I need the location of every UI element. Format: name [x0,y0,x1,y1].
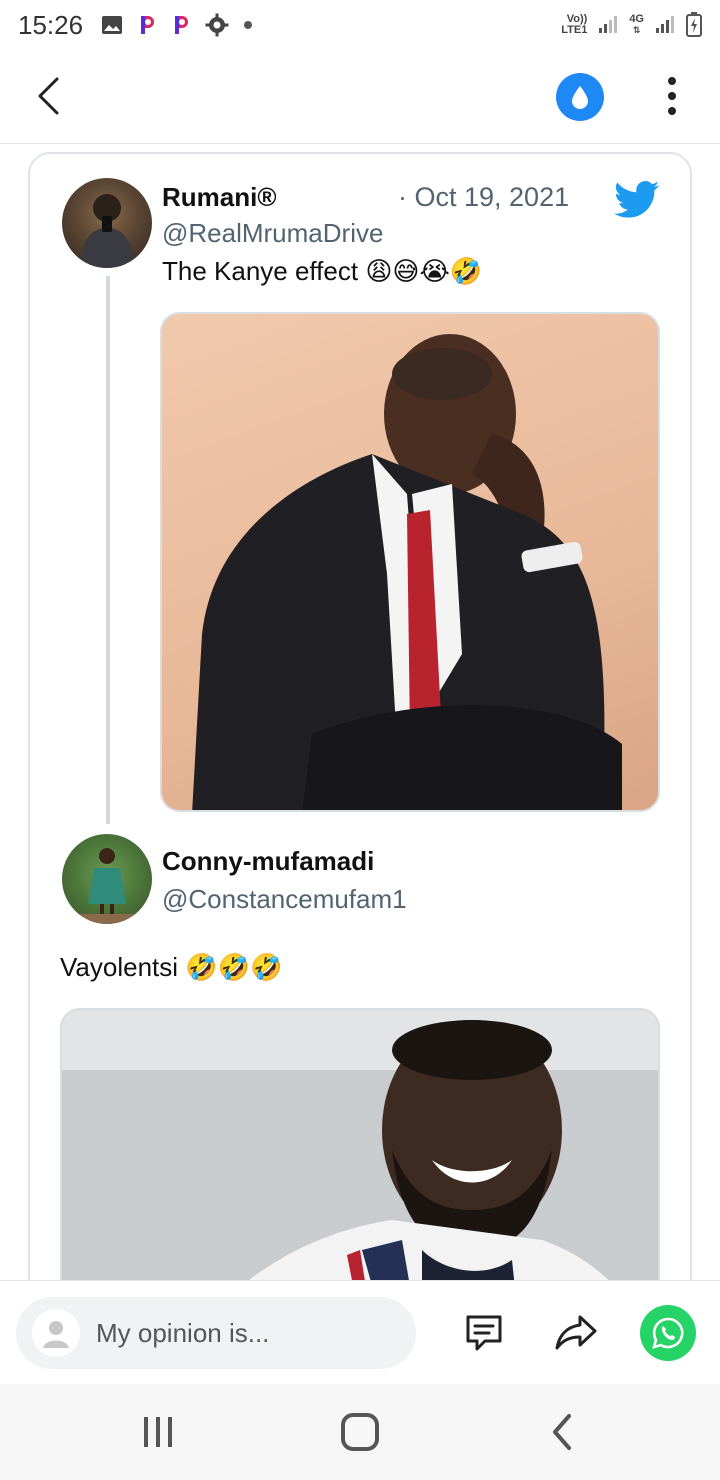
nav-back-icon [553,1414,571,1450]
vertical-dot [668,92,676,100]
status-time: 15:26 [18,9,84,40]
comments-button[interactable] [456,1305,512,1361]
battery-charging-icon [686,11,702,40]
nav-back-button[interactable] [532,1406,592,1458]
author-handle[interactable]: @RealMrumaDrive [162,218,383,249]
vertical-dot [668,107,676,115]
comment-icon [466,1315,502,1351]
home-icon [341,1413,379,1451]
status-bar: 15:26 Vo)) LTE1 4G ⇅ [0,0,720,50]
avatar-silhouette-icon [80,194,134,268]
comment-input[interactable]: My opinion is... [16,1297,416,1369]
signal-icon-2 [654,13,676,38]
recent-apps-button[interactable] [128,1406,188,1458]
tweet-card[interactable]: Rumani® · Oct 19, 2021 @RealMrumaDrive T… [28,152,692,1352]
avatar-person-dress-icon [62,848,152,924]
home-button[interactable] [330,1406,390,1458]
tweet-date[interactable]: · Oct 19, 2021 [398,182,569,213]
reply-author-name[interactable]: Conny-mufamadi [162,846,374,877]
thread-line [106,276,110,824]
photo-man-in-suit [192,334,622,810]
reply-author-handle[interactable]: @Constancemufam1 [162,884,407,915]
water-drop-icon [572,86,588,109]
twitter-bird-icon[interactable] [614,180,660,220]
network-label-4g: 4G [629,13,644,25]
back-button[interactable] [28,74,68,118]
share-button[interactable] [548,1305,604,1361]
author-avatar[interactable] [62,178,152,268]
dot-icon [243,20,253,30]
whatsapp-icon [652,1317,684,1349]
reply-author-avatar[interactable] [62,834,152,924]
status-right: Vo)) LTE1 4G ⇅ [561,11,702,40]
vertical-dots-icon [668,77,676,85]
comment-placeholder: My opinion is... [96,1317,270,1348]
p-app-icon [137,14,157,36]
app-header [0,50,720,144]
data-arrows-icon: ⇅ [632,25,641,35]
water-drop-button[interactable] [556,73,604,121]
tweet-photo[interactable] [160,312,660,812]
chevron-left-icon [38,77,59,115]
user-avatar-icon [32,1309,80,1357]
network-label-lte: LTE1 [561,24,588,36]
comment-bar: My opinion is... [0,1280,720,1384]
signal-icon [597,13,619,38]
share-arrow-icon [555,1315,597,1350]
more-menu-button[interactable] [652,74,692,118]
reply-text: Vayolentsi 🤣🤣🤣 [60,952,283,982]
whatsapp-share-button[interactable] [640,1305,696,1361]
system-nav-bar [0,1384,720,1480]
gear-icon [205,13,229,37]
image-icon [101,15,123,35]
recent-apps-icon [144,1417,172,1447]
author-name[interactable]: Rumani® [162,182,277,213]
p-app-icon [171,14,191,36]
tweet-text: The Kanye effect 😩😅😭🤣 [162,256,483,286]
